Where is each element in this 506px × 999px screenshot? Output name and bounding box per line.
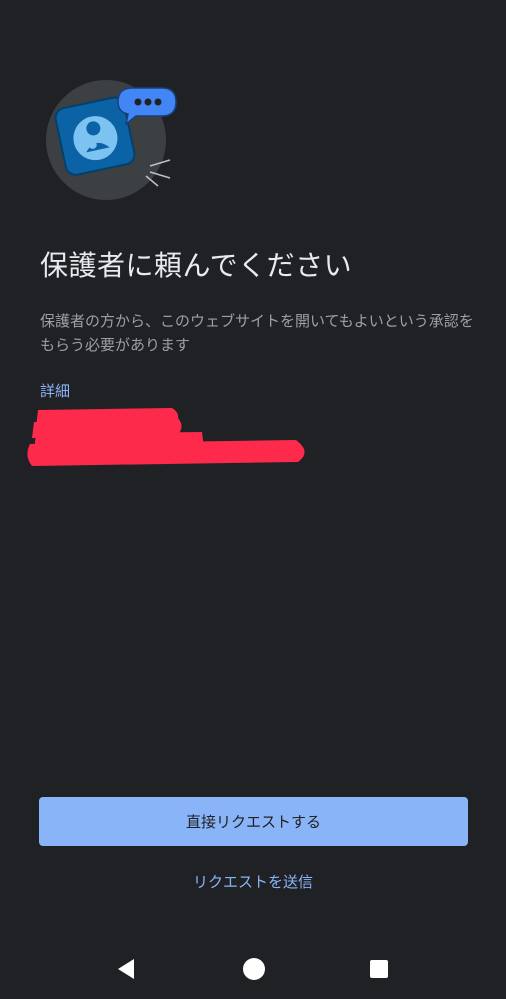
details-link[interactable]: 詳細 (40, 380, 70, 401)
send-request-button[interactable]: リクエストを送信 (150, 864, 356, 898)
screen: 保護者に頼んでください 保護者の方から、このウェブサイトを開いてもよいという承認… (0, 0, 506, 999)
redaction-scribble (26, 404, 316, 472)
parent-request-icon (46, 78, 182, 202)
page-title: 保護者に頼んでください (40, 249, 353, 282)
home-icon[interactable] (241, 956, 267, 982)
navigation-bar (0, 938, 506, 999)
recents-icon[interactable] (366, 956, 392, 982)
description-text: 保護者の方から、このウェブサイトを開いてもよいという承認をもらう必要があります (40, 312, 474, 354)
back-icon[interactable] (114, 956, 140, 982)
direct-request-button[interactable]: 直接リクエストする (39, 797, 468, 846)
